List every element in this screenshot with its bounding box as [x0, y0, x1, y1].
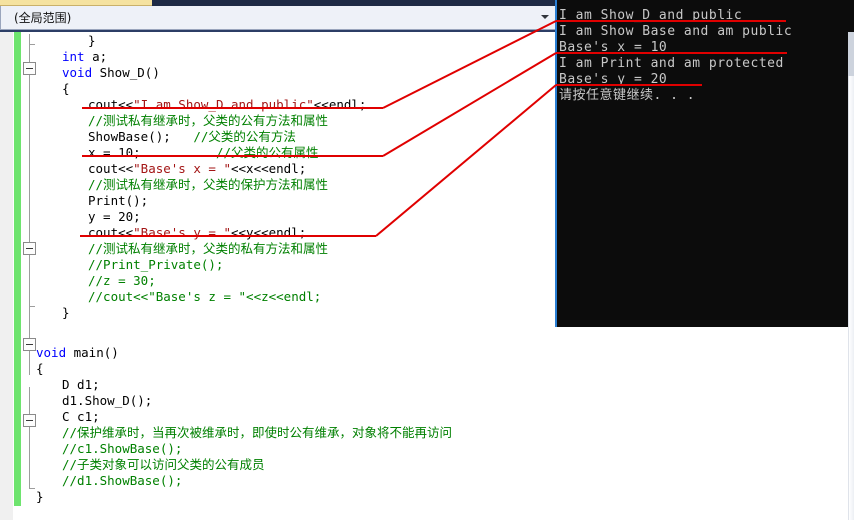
- code-line: //保护维承时，当再次被维承时，即使时公有维承，对象将不能再访问: [62, 425, 452, 441]
- scope-combobox-value: (全局范围): [14, 11, 72, 25]
- code-line: int a;: [62, 49, 107, 65]
- code-token: x = 10;: [88, 145, 216, 160]
- console-line: Base's y = 20: [559, 72, 668, 87]
- code-line: }: [36, 489, 44, 505]
- code-token: a;: [84, 49, 108, 64]
- code-line: //测试私有继承时，父类的私有方法和属性: [88, 241, 328, 257]
- console-line: Base's x = 10: [559, 40, 668, 55]
- code-token: //d1.ShowBase();: [62, 473, 183, 488]
- code-line: C c1;: [62, 409, 100, 425]
- code-line: {: [62, 81, 70, 97]
- code-token: cout<<: [88, 161, 134, 176]
- code-line: //z = 30;: [88, 273, 156, 289]
- chevron-down-icon[interactable]: [541, 15, 549, 19]
- collapse-region-icon[interactable]: [23, 62, 36, 75]
- console-line: I am Show Base and am public: [559, 24, 793, 39]
- code-token: cout<<: [88, 97, 134, 112]
- code-token: //测试私有继承时，父类的私有方法和属性: [88, 241, 329, 256]
- vertical-scrollbar[interactable]: [848, 32, 854, 520]
- code-token: //z = 30;: [88, 273, 156, 288]
- code-token: //子类对象可以访问父类的公有成员: [62, 457, 265, 472]
- scope-combobox[interactable]: (全局范围): [0, 6, 556, 30]
- code-token: int: [62, 49, 85, 64]
- code-line: //c1.ShowBase();: [62, 441, 182, 457]
- code-token: void: [62, 65, 93, 80]
- scrollbar-thumb[interactable]: [848, 32, 854, 76]
- code-token: Show_D(): [92, 65, 160, 80]
- code-token: //测试私有继承时，父类的保护方法和属性: [88, 177, 329, 192]
- code-token: //cout<<"Base's z = "<<z<<endl;: [88, 289, 322, 304]
- code-token: D d1;: [62, 377, 100, 392]
- code-token: main(): [66, 345, 119, 360]
- console-line: 请按任意键继续. . .: [559, 88, 696, 103]
- code-line: //cout<<"Base's z = "<<z<<endl;: [88, 289, 321, 305]
- code-line: //Print_Private();: [88, 257, 223, 273]
- code-line: Print();: [88, 193, 148, 209]
- code-token: //测试私有继承时，父类的公有方法和属性: [88, 113, 329, 128]
- console-line: I am Show_D and public: [559, 8, 743, 23]
- code-line: x = 10; //父类的公有属性: [88, 145, 319, 161]
- fold-end-tick: [29, 488, 35, 489]
- console-line: I am Print and am protected: [559, 56, 784, 71]
- code-line: cout<<"I am Show_D and public"<<endl;: [88, 97, 366, 113]
- code-line: //测试私有继承时，父类的保护方法和属性: [88, 177, 328, 193]
- code-line: ShowBase(); //父类的公有方法: [88, 129, 296, 145]
- code-token: y = 20;: [88, 209, 141, 224]
- code-token: Print();: [88, 193, 149, 208]
- code-token: <<x<<endl;: [231, 161, 307, 176]
- code-line: d1.Show_D();: [62, 393, 152, 409]
- code-line: //子类对象可以访问父类的公有成员: [62, 457, 265, 473]
- code-token: //c1.ShowBase();: [62, 441, 183, 456]
- fold-guide-line: [29, 75, 30, 242]
- code-token: <<y<<endl;: [231, 225, 307, 240]
- code-token: //父类的公有属性: [215, 145, 319, 160]
- code-line: //测试私有继承时，父类的公有方法和属性: [88, 113, 328, 129]
- collapse-region-icon[interactable]: [23, 414, 36, 427]
- code-token: <<endl;: [313, 97, 367, 112]
- code-token: }: [62, 305, 70, 320]
- code-token: //父类的公有方法: [193, 129, 296, 144]
- code-token: ShowBase();: [88, 129, 194, 144]
- code-line: y = 20;: [88, 209, 141, 225]
- console-output-window[interactable]: I am Show_D and public I am Show Base and…: [555, 0, 854, 327]
- code-token: "Base's y = ": [133, 225, 231, 240]
- code-line: void Show_D(): [62, 65, 160, 81]
- editor-margin: [0, 32, 13, 520]
- editor-gutter: [21, 32, 33, 520]
- collapse-region-icon[interactable]: [23, 242, 36, 255]
- collapse-region-icon[interactable]: [23, 338, 36, 351]
- code-line: D d1;: [62, 377, 100, 393]
- code-token: //保护维承时，当再次被维承时，即使时公有维承，对象将不能再访问: [62, 425, 453, 440]
- fold-guide-line: [29, 427, 30, 489]
- fold-guide-line: [29, 34, 30, 62]
- code-token: //Print_Private();: [88, 257, 224, 272]
- code-line: {: [36, 361, 44, 377]
- code-line: cout<<"Base's x = "<<x<<endl;: [88, 161, 306, 177]
- code-token: {: [36, 361, 44, 376]
- code-line: }: [62, 305, 70, 321]
- code-token: {: [62, 81, 70, 96]
- code-line: }: [88, 33, 96, 49]
- code-token: d1.Show_D();: [62, 393, 153, 408]
- code-line: cout<<"Base's y = "<<y<<endl;: [88, 225, 306, 241]
- fold-guide-line: [29, 387, 30, 414]
- code-token: }: [36, 489, 44, 504]
- fold-end-tick: [29, 44, 35, 45]
- code-token: "I am Show_D and public": [133, 97, 314, 112]
- code-token: C c1;: [62, 409, 100, 424]
- fold-end-tick: [29, 306, 35, 307]
- code-token: "Base's x = ": [133, 161, 231, 176]
- changed-lines-indicator: [14, 32, 21, 506]
- code-line: //d1.ShowBase();: [62, 473, 182, 489]
- code-token: }: [88, 33, 96, 48]
- code-token: cout<<: [88, 225, 134, 240]
- code-line: void main(): [36, 345, 119, 361]
- code-token: void: [36, 345, 67, 360]
- fold-guide-line: [29, 255, 30, 338]
